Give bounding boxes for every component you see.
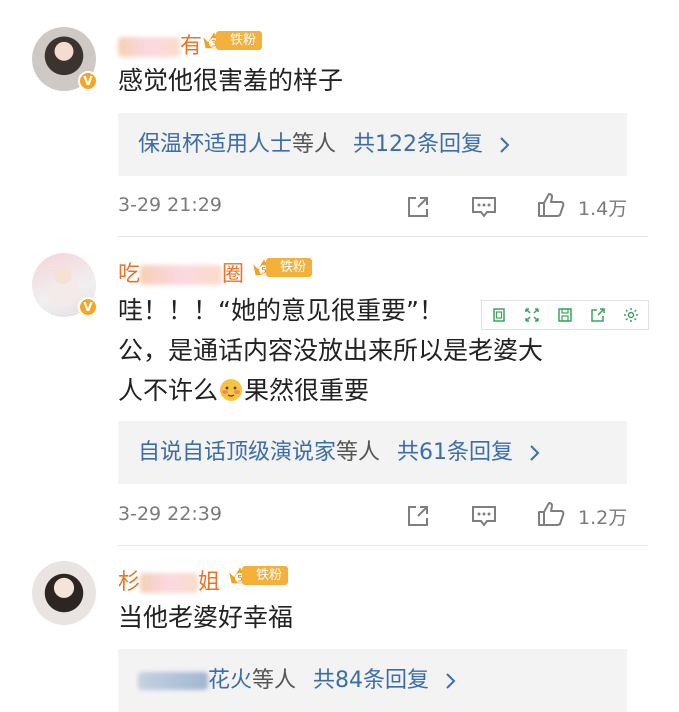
fan-badge: 3 铁粉 xyxy=(200,27,262,53)
comment-text-line: 公，是通话内容没放出来所以是老婆大 xyxy=(118,336,544,365)
like-count: 1.2万 xyxy=(578,507,628,529)
fan-badge-label: 铁粉 xyxy=(216,31,262,50)
share-icon[interactable] xyxy=(404,192,432,222)
reply-users[interactable]: 保温杯适用人士 xyxy=(138,132,292,157)
replies-summary[interactable]: 保温杯适用人士等人 共122条回复 xyxy=(118,113,627,176)
comment-text: 感觉他很害羞的样子 xyxy=(118,66,344,95)
avatar[interactable] xyxy=(32,561,96,625)
reply-users[interactable]: 自说自话顶级演说家 xyxy=(138,440,336,465)
verified-badge-icon: V xyxy=(78,297,98,317)
thumbs-up-icon[interactable] xyxy=(536,190,566,220)
settings-icon[interactable] xyxy=(621,305,641,325)
like-count: 1.4万 xyxy=(578,198,628,220)
reply-users-suffix: 等人 xyxy=(292,132,337,157)
fan-badge: 5 铁粉 xyxy=(226,562,288,588)
divider xyxy=(118,545,648,546)
reply-count[interactable]: 共61条回复 xyxy=(397,440,513,465)
comment-icon[interactable] xyxy=(470,192,498,222)
shy-emoji-icon xyxy=(220,379,243,401)
timestamp: 3-29 22:39 xyxy=(118,503,222,525)
chevron-right-icon xyxy=(500,137,510,153)
copy-icon[interactable] xyxy=(489,305,509,325)
username[interactable]: 杉姐 xyxy=(118,564,220,596)
chevron-right-icon xyxy=(530,445,540,461)
chevron-right-icon xyxy=(446,673,456,689)
reply-count[interactable]: 共122条回复 xyxy=(353,132,483,157)
reply-users-suffix: 等人 xyxy=(252,668,297,693)
username[interactable]: 吃圈 xyxy=(118,256,244,288)
avatar[interactable]: V xyxy=(32,253,98,317)
comment-text-line: 人不许么 果然很重要 xyxy=(118,376,370,405)
thumbs-up-icon[interactable] xyxy=(536,499,566,529)
fullscreen-icon[interactable] xyxy=(522,305,542,325)
fan-badge-label: 铁粉 xyxy=(266,258,312,277)
fan-badge-label: 铁粉 xyxy=(242,566,288,585)
reply-users-suffix: 等人 xyxy=(336,440,381,465)
export-icon[interactable] xyxy=(588,305,608,325)
share-icon[interactable] xyxy=(404,501,432,531)
comment-text: 当他老婆好幸福 xyxy=(118,603,294,632)
divider xyxy=(118,236,648,237)
avatar[interactable]: V xyxy=(32,27,98,91)
timestamp: 3-29 21:29 xyxy=(118,194,222,216)
avatar-photo xyxy=(32,561,96,625)
fan-badge: 5 铁粉 xyxy=(250,254,312,280)
verified-badge-icon: V xyxy=(78,71,98,91)
reply-users[interactable]: 花火 xyxy=(208,668,252,693)
floating-toolbar xyxy=(481,300,649,330)
reply-count[interactable]: 共84条回复 xyxy=(313,668,429,693)
replies-summary[interactable]: 自说自话顶级演说家等人 共61条回复 xyxy=(118,421,627,484)
username[interactable]: 有 xyxy=(118,28,202,60)
replies-summary[interactable]: 花火等人 共84条回复 xyxy=(118,649,627,712)
comment-icon[interactable] xyxy=(470,501,498,531)
save-icon[interactable] xyxy=(555,305,575,325)
